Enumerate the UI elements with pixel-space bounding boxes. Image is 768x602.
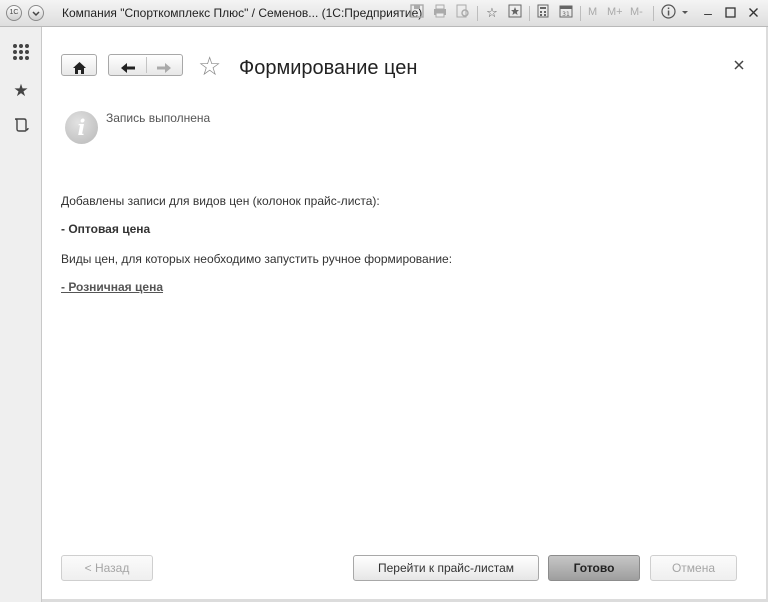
minimize-button[interactable]: – [699,4,717,22]
manual-price-link[interactable]: - Розничная цена [61,280,163,294]
memory-m-button[interactable]: M [588,6,597,18]
done-button[interactable]: Готово [548,555,640,581]
home-button[interactable] [61,54,97,76]
manual-prices-intro: Виды цен, для которых необходимо запусти… [61,252,453,266]
nav-divider [146,57,147,73]
home-icon [73,62,86,74]
maximize-button[interactable] [721,4,739,22]
calendar-icon[interactable]: 31 [557,4,575,22]
calculator-icon[interactable] [534,4,552,22]
close-window-button[interactable] [744,4,762,22]
forward-arrow-icon[interactable] [156,58,172,78]
save-icon[interactable] [408,4,426,22]
info-icon: i [65,111,98,144]
form-content: ☆ Формирование цен i Запись выполнена До… [42,27,766,599]
history-nav-group [108,54,183,76]
memory-m-minus-button[interactable]: M- [630,6,643,18]
window-title: Компания "Спорткомплекс Плюс" / Семенов.… [62,6,423,20]
toolbar-divider [529,6,530,21]
close-icon [748,8,758,17]
chevron-down-icon[interactable] [676,4,694,22]
added-prices-intro: Добавлены записи для видов цен (колонок … [61,194,380,208]
print-icon[interactable] [431,4,449,22]
bookmark-icon[interactable] [506,4,524,22]
maximize-icon [724,7,736,18]
added-price-item: - Оптовая цена [61,222,151,236]
goto-pricelists-button[interactable]: Перейти к прайс-листам [353,555,539,581]
back-button[interactable]: < Назад [61,555,153,581]
sections-grid-icon[interactable] [11,43,31,63]
main-menu-icon[interactable] [28,5,44,21]
info-circle-icon[interactable] [659,4,677,22]
sections-sidebar: ★ [0,27,42,602]
cancel-button[interactable]: Отмена [650,555,737,581]
favorites-star-icon[interactable]: ★ [11,81,31,101]
manual-price-item-wrapper: - Розничная цена [61,280,163,294]
app-logo-icon[interactable]: 1C [6,5,22,21]
page-title: Формирование цен [239,57,418,79]
memory-m-plus-button[interactable]: M+ [607,6,623,18]
window-titlebar: 1C Компания "Спорткомплекс Плюс" / Семен… [0,0,768,27]
history-icon[interactable] [11,117,31,137]
preview-icon[interactable] [454,4,472,22]
close-form-icon[interactable] [734,57,744,75]
info-message: Запись выполнена [106,111,211,125]
favorites-star-icon[interactable]: ☆ [483,4,501,22]
toolbar-divider [653,6,654,21]
chevron-down-icon [32,11,40,17]
toolbar-divider [580,6,581,21]
add-to-favorites-star-icon[interactable]: ☆ [198,53,221,79]
svg-text:31: 31 [562,11,570,18]
toolbar-divider [477,6,478,21]
back-arrow-icon[interactable] [120,58,136,78]
